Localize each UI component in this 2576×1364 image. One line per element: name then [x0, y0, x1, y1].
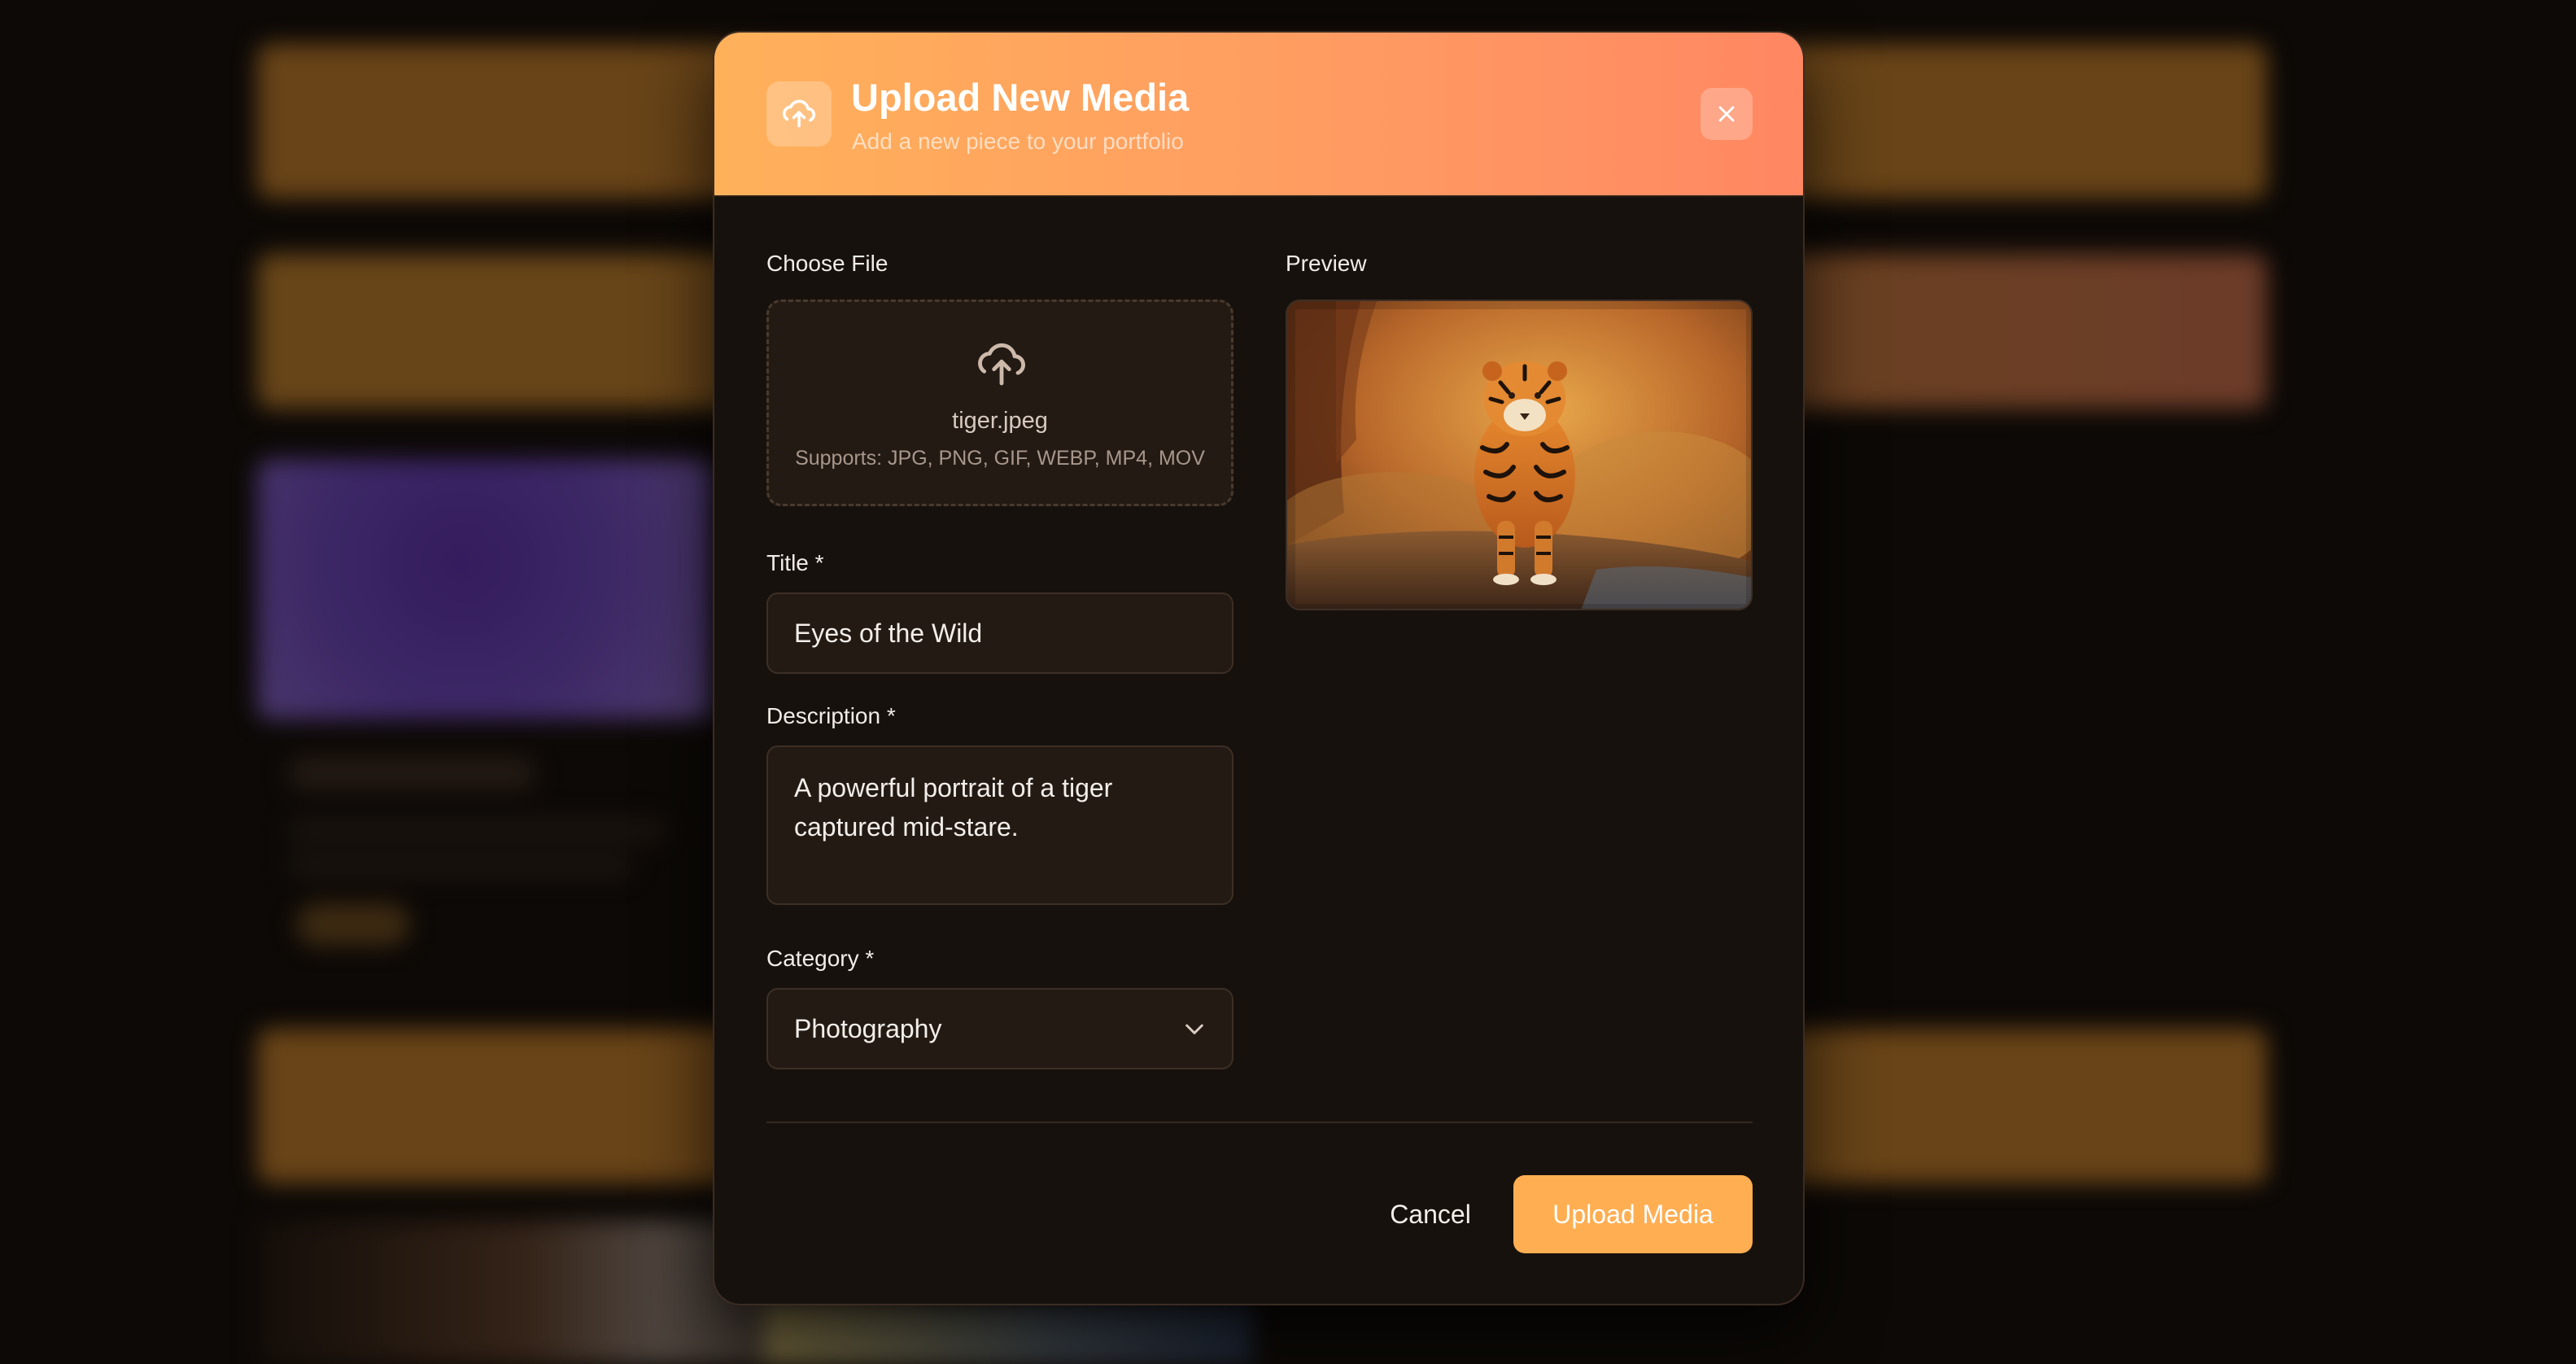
cancel-button[interactable]: Cancel — [1357, 1175, 1504, 1253]
upload-cloud-icon — [978, 343, 1025, 386]
title-label: Title * — [766, 550, 824, 575]
modal-title: Upload New Media — [851, 76, 1190, 119]
modal-subtitle: Add a new piece to your portfolio — [852, 129, 1184, 154]
description-textarea[interactable]: A powerful portrait of a tiger captured … — [766, 745, 1233, 905]
description-label: Description * — [766, 703, 896, 728]
title-input[interactable] — [766, 592, 1233, 674]
close-button[interactable] — [1701, 88, 1753, 140]
file-dropzone[interactable]: tiger.jpeg Supports: JPG, PNG, GIF, WEBP… — [766, 299, 1233, 506]
close-icon — [1718, 106, 1735, 122]
upload-media-button[interactable]: Upload Media — [1513, 1175, 1753, 1253]
choose-file-label: Choose File — [766, 251, 889, 276]
category-label: Category * — [766, 946, 875, 971]
supported-formats-text: Supports: JPG, PNG, GIF, WEBP, MP4, MOV — [795, 447, 1205, 470]
preview-image — [1286, 299, 1753, 610]
upload-media-modal: Upload New Media Add a new piece to your… — [713, 31, 1805, 1305]
footer-divider — [766, 1121, 1753, 1123]
chevron-down-icon — [1185, 1024, 1203, 1034]
preview-label: Preview — [1286, 251, 1367, 276]
upload-cloud-icon — [766, 81, 832, 146]
selected-filename: tiger.jpeg — [952, 408, 1048, 434]
category-selected-value: Photography — [794, 1014, 942, 1043]
category-select[interactable]: Photography — [766, 988, 1233, 1069]
modal-header: Upload New Media Add a new piece to your… — [714, 33, 1803, 197]
